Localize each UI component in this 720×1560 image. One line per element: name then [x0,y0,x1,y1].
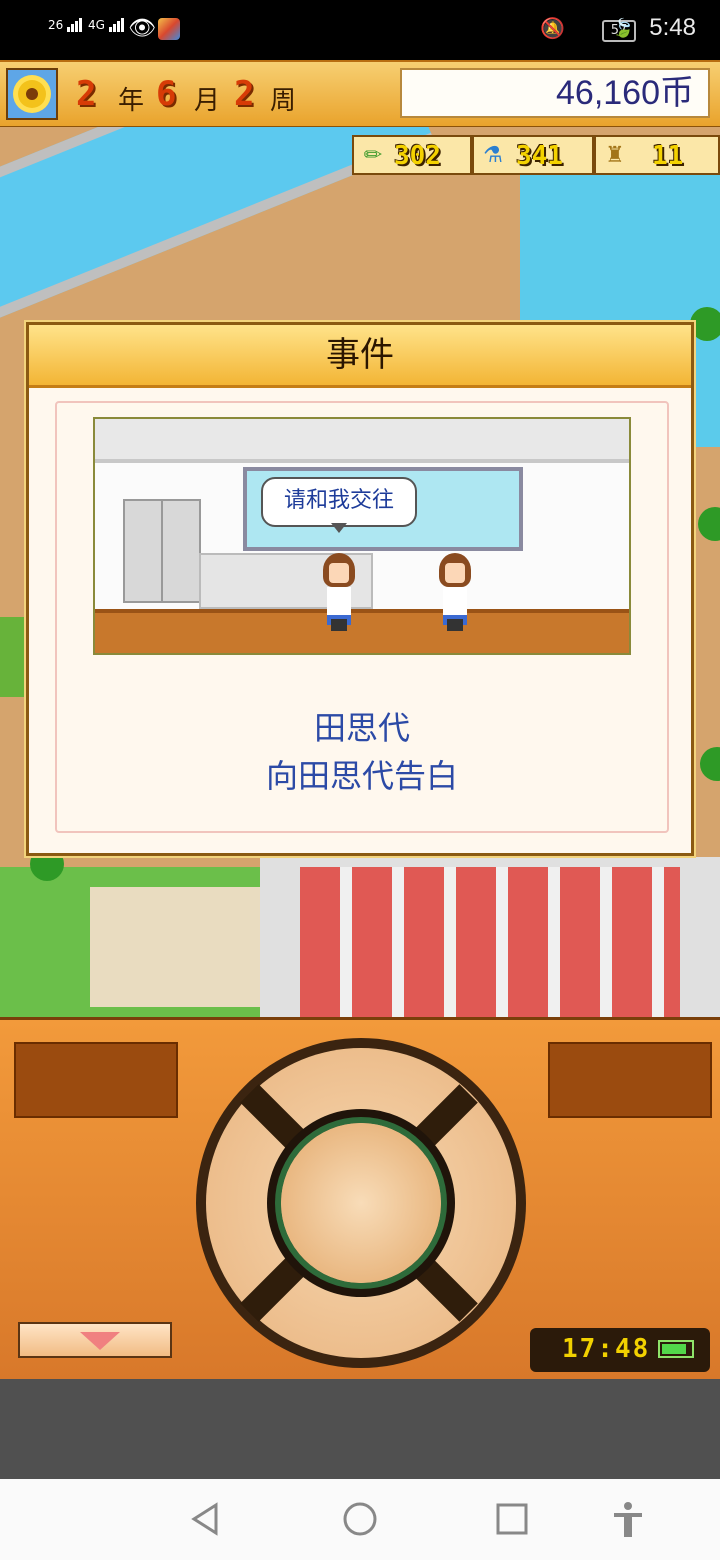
stats-bar: ✏ 302 ⚗ 341 ♜ 11 [352,135,720,175]
dialog-title: 事件 [29,325,691,388]
game-top-bar: 2 年 6 月 2 周 46,160币 [0,60,720,129]
speech-bubble: 请和我交往 [261,477,417,527]
status-bar: 26 4G 👁 🔕 57 🍃 5:48 [0,0,720,60]
year-number: 2 [76,74,97,114]
trophy-icon: ♜ [605,143,625,168]
event-description: 向田思代告白 [265,757,458,795]
year-unit: 年 [118,86,145,116]
signal-label: 26 [48,18,64,32]
speech-bubble-tail [331,523,347,533]
locker [161,499,201,603]
control-panel: 17:48 [0,1017,720,1382]
flask-icon: ⚗ [483,143,503,168]
network-label: 4G [88,18,105,32]
eye-icon: 👁 [128,16,156,41]
status-time: 5:48 [649,14,696,41]
stat-value: 302 [394,141,441,171]
menu-toggle-button[interactable] [18,1322,172,1358]
student-character [319,553,359,633]
week-unit: 周 [270,86,297,116]
event-scene-image: 请和我交往 [93,417,631,655]
money-display: 46,160币 [400,68,710,118]
left-action-slot[interactable] [14,1042,178,1118]
pencil-icon: ✏ [363,143,383,168]
navigation-bar [0,1479,720,1560]
battery-icon [658,1340,694,1358]
signal-4g-icon: 4G [88,18,125,32]
plaza [90,887,270,1007]
event-character-name: 田思代 [313,709,410,747]
signal-icon: 26 [48,18,83,32]
dpad-center-button[interactable] [281,1123,441,1283]
tree-icon [698,507,720,541]
month-number: 6 [156,74,177,114]
tree-icon [690,307,720,341]
home-icon[interactable] [340,1499,380,1539]
stat-value: 11 [652,141,684,171]
week-number: 2 [234,74,255,114]
recents-icon[interactable] [492,1499,532,1539]
blank-area [0,1379,720,1479]
locker [123,499,163,603]
dpad[interactable] [196,1038,526,1368]
leaf-icon: 🍃 [612,18,635,39]
event-dialog[interactable]: 事件 请和我交往 田思代 向田思代告白 [26,322,694,856]
accessibility-icon[interactable] [608,1499,648,1539]
stat-box-pencil: ✏ 302 [352,135,472,175]
stat-value: 341 [516,141,563,171]
sunflower-icon [6,68,58,120]
tree-icon [700,747,720,781]
student-character [435,553,475,633]
mute-icon: 🔕 [540,16,565,40]
stat-box-flask: ⚗ 341 [472,135,594,175]
stat-box-rank: ♜ 11 [594,135,720,175]
game-clock: 17:48 [530,1328,710,1372]
app-icon [158,18,180,40]
dialog-body: 请和我交往 田思代 向田思代告白 [55,401,669,833]
classrooms [300,867,680,1017]
back-icon[interactable] [186,1499,226,1539]
arrow-down-icon [80,1332,120,1350]
clock-time: 17:48 [562,1334,651,1364]
month-unit: 月 [194,86,221,116]
right-action-slot[interactable] [548,1042,712,1118]
